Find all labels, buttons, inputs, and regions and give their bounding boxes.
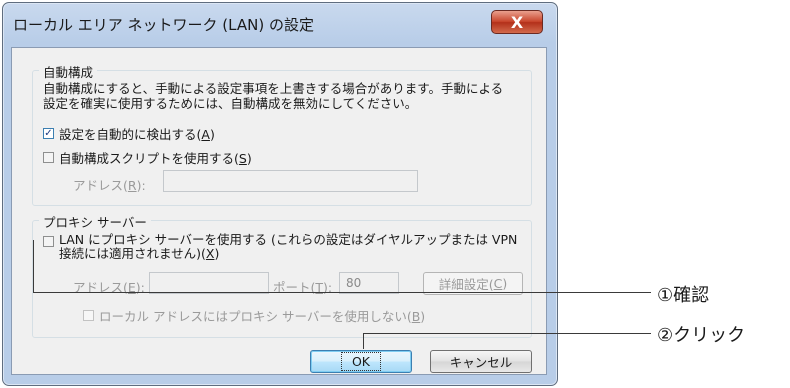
confirm-callout-label: ①確認	[657, 285, 710, 306]
title-bar[interactable]: ローカル エリア ネットワーク (LAN) の設定 X	[3, 3, 557, 47]
use-proxy-label: LAN にプロキシ サーバーを使用する (これらの設定はダイヤルアップまたは V…	[59, 232, 518, 261]
proxy-port-input[interactable]	[339, 272, 399, 294]
auto-config-description-line1: 自動構成にすると、手動による設定事項を上書きする場合があります。手動による	[43, 81, 504, 96]
dialog-title: ローカル エリア ネットワーク (LAN) の設定	[13, 16, 314, 34]
auto-config-script-checkbox[interactable]: 自動構成スクリプトを使用する(S)	[43, 148, 252, 167]
checkmark-icon: ✓	[43, 127, 54, 139]
auto-config-description: 自動構成にすると、手動による設定事項を上書きする場合があります。手動による 設定…	[43, 81, 503, 111]
click-callout-line-horizontal	[363, 333, 651, 334]
confirm-callout-line-horizontal	[33, 292, 651, 293]
proxy-port-label: ポート(T):	[273, 280, 333, 295]
checkbox-box-icon	[43, 236, 54, 247]
close-icon: X	[510, 12, 524, 32]
bypass-local-checkbox[interactable]: ローカル アドレスにはプロキシ サーバーを使用しない(B)	[83, 306, 425, 325]
dialog-content: 自動構成 自動構成にすると、手動による設定事項を上書きする場合があります。手動に…	[11, 47, 547, 375]
ok-button[interactable]: OK	[310, 350, 412, 373]
cancel-button[interactable]: キャンセル	[430, 350, 532, 373]
click-callout-label: ②クリック	[657, 325, 746, 346]
confirm-callout-line-vertical	[33, 240, 34, 292]
proxy-server-title: プロキシ サーバー	[39, 212, 151, 231]
auto-detect-checkbox[interactable]: ✓ 設定を自動的に検出する(A)	[43, 124, 215, 143]
auto-config-group: 自動構成 自動構成にすると、手動による設定事項を上書きする場合があります。手動に…	[32, 62, 532, 206]
use-proxy-checkbox[interactable]: LAN にプロキシ サーバーを使用する (これらの設定はダイヤルアップまたは V…	[43, 233, 517, 261]
script-address-label: アドレス(R):	[73, 178, 146, 193]
script-address-input[interactable]	[163, 170, 418, 192]
auto-config-title: 自動構成	[39, 62, 98, 81]
close-button[interactable]: X	[491, 10, 543, 34]
bypass-local-label: ローカル アドレスにはプロキシ サーバーを使用しない(B)	[99, 309, 426, 324]
checkbox-box-icon	[83, 310, 94, 321]
proxy-server-group: プロキシ サーバー LAN にプロキシ サーバーを使用する (これらの設定はダイ…	[32, 212, 532, 338]
proxy-address-input[interactable]	[149, 272, 269, 294]
checkbox-box-icon	[43, 152, 54, 163]
auto-config-script-label: 自動構成スクリプトを使用する(S)	[59, 151, 252, 166]
auto-detect-label: 設定を自動的に検出する(A)	[59, 127, 215, 142]
lan-settings-dialog: ローカル エリア ネットワーク (LAN) の設定 X 自動構成 自動構成にする…	[2, 2, 558, 386]
click-callout-line-vertical	[363, 333, 364, 349]
auto-config-description-line2: 設定を確実に使用するためには、自動構成を無効にしてください。	[43, 96, 418, 111]
proxy-address-label: アドレス(E):	[73, 280, 145, 295]
